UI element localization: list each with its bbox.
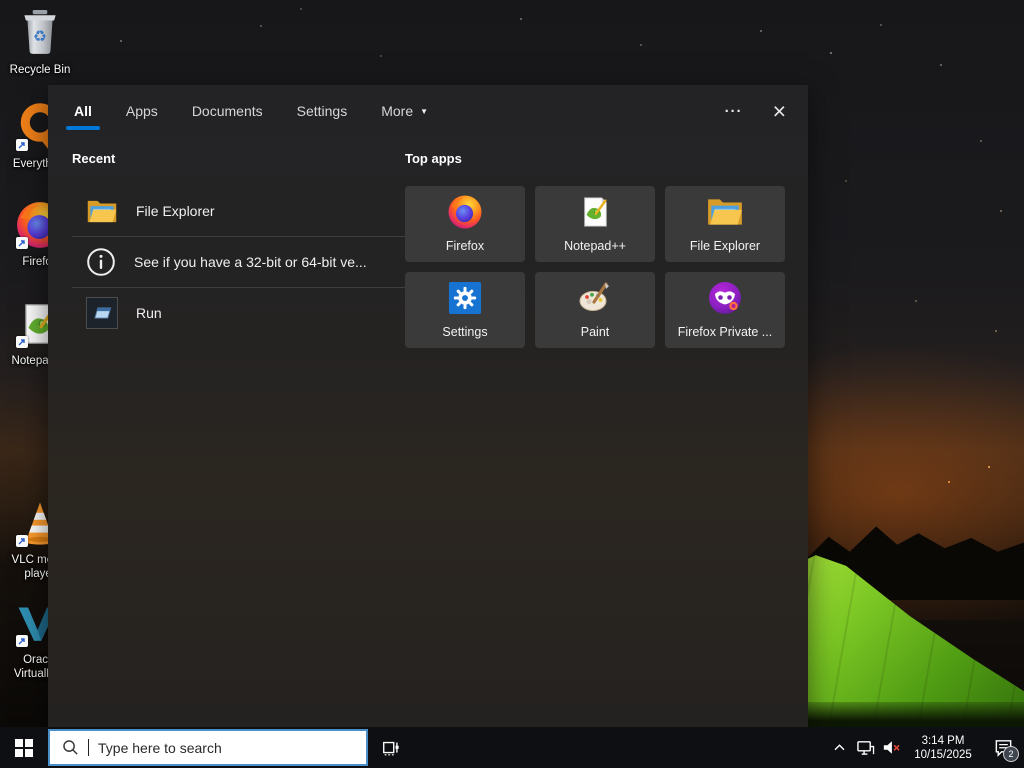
network-button[interactable] [852, 727, 878, 768]
clock-time: 3:14 PM [921, 734, 965, 747]
firefox-icon [446, 193, 484, 231]
active-tab-underline [66, 126, 100, 130]
action-center-button[interactable]: 2 [982, 727, 1024, 768]
shortcut-arrow-icon [16, 635, 28, 647]
app-card-label: Firefox [445, 239, 485, 253]
start-button[interactable] [0, 727, 48, 768]
more-options-icon[interactable]: ··· [725, 103, 743, 120]
task-view-button[interactable] [368, 727, 414, 768]
tab-label: More [381, 103, 414, 119]
recent-item-label: See if you have a 32-bit or 64-bit ve... [134, 254, 367, 270]
run-icon [86, 297, 118, 329]
app-card-paint[interactable]: Paint [535, 272, 655, 348]
tab-more[interactable]: More ▼ [379, 85, 430, 137]
recycle-bin-icon: ♻ [13, 6, 67, 60]
recent-item-label: Run [136, 305, 162, 321]
app-card-settings[interactable]: Settings [405, 272, 525, 348]
tab-all[interactable]: All [66, 85, 100, 137]
notification-badge: 2 [1003, 746, 1019, 762]
shortcut-arrow-icon [16, 237, 28, 249]
grass [770, 702, 1024, 727]
app-card-firefox-private[interactable]: Firefox Private ... [665, 272, 785, 348]
recent-header: Recent [72, 151, 116, 166]
clock-date: 10/15/2025 [914, 748, 972, 761]
tab-label: Apps [125, 103, 158, 119]
app-card-notepadpp[interactable]: Notepad++ [535, 186, 655, 262]
chevron-down-icon: ▼ [420, 106, 429, 116]
recent-item-run[interactable]: Run [72, 288, 406, 338]
firefox-private-icon [706, 279, 744, 317]
top-apps-grid: Firefox Notepad++ File Explorer Settings… [405, 186, 795, 348]
info-icon [87, 248, 115, 276]
recent-section: Recent File Explorer See if you have a 3… [72, 151, 406, 338]
app-card-label: Settings [442, 325, 488, 339]
search-icon [63, 740, 78, 755]
app-card-firefox[interactable]: Firefox [405, 186, 525, 262]
tab-settings[interactable]: Settings [295, 85, 350, 137]
shortcut-arrow-icon [16, 535, 28, 547]
folder-icon [706, 193, 744, 231]
taskbar-clock[interactable]: 3:14 PM 10/15/2025 [904, 734, 982, 762]
windows-logo-icon [15, 738, 33, 757]
shortcut-arrow-icon [16, 139, 28, 151]
tab-documents[interactable]: Documents [190, 85, 265, 137]
show-hidden-icons-button[interactable] [826, 727, 852, 768]
folder-icon [87, 200, 117, 222]
app-card-label: Notepad++ [564, 239, 626, 253]
task-view-icon [383, 741, 399, 755]
notepadpp-icon [576, 193, 614, 231]
tab-label: All [74, 103, 92, 119]
svg-text:♻: ♻ [33, 28, 47, 45]
system-tray: 3:14 PM 10/15/2025 2 [826, 727, 1024, 768]
close-icon[interactable]: × [773, 99, 786, 123]
top-apps-section: Top apps Firefox Notepad++ File Explorer… [405, 151, 795, 348]
app-card-label: Firefox Private ... [677, 325, 773, 339]
search-input[interactable] [98, 739, 338, 756]
volume-button[interactable] [878, 727, 904, 768]
panel-actions: ··· × [725, 85, 786, 137]
tab-label: Settings [296, 103, 348, 119]
top-apps-header: Top apps [405, 151, 462, 166]
search-filter-tabs: All Apps Documents Settings More ▼ [66, 85, 430, 137]
desktop-icon-recycle-bin[interactable]: ♻ Recycle Bin [0, 6, 80, 77]
settings-icon [446, 279, 484, 317]
taskbar: 3:14 PM 10/15/2025 2 [0, 727, 1024, 768]
tab-label: Documents [191, 103, 263, 119]
app-card-label: File Explorer [689, 239, 761, 253]
taskbar-search-box[interactable] [48, 729, 368, 766]
text-cursor [88, 739, 89, 756]
tab-apps[interactable]: Apps [124, 85, 160, 137]
recent-item-search-suggestion[interactable]: See if you have a 32-bit or 64-bit ve... [72, 237, 406, 287]
volume-muted-icon [883, 741, 900, 754]
paint-icon [576, 279, 614, 317]
app-card-file-explorer[interactable]: File Explorer [665, 186, 785, 262]
stars [0, 0, 2, 2]
recent-list: File Explorer See if you have a 32-bit o… [72, 186, 406, 338]
recent-item-label: File Explorer [136, 203, 215, 219]
shortcut-arrow-icon [16, 336, 28, 348]
chevron-up-icon [834, 744, 844, 751]
search-panel: All Apps Documents Settings More ▼ ··· ×… [48, 85, 808, 727]
app-card-label: Paint [580, 325, 610, 339]
desktop-icon-label: Recycle Bin [9, 64, 71, 76]
recent-item-file-explorer[interactable]: File Explorer [72, 186, 406, 236]
ethernet-icon [856, 741, 874, 755]
